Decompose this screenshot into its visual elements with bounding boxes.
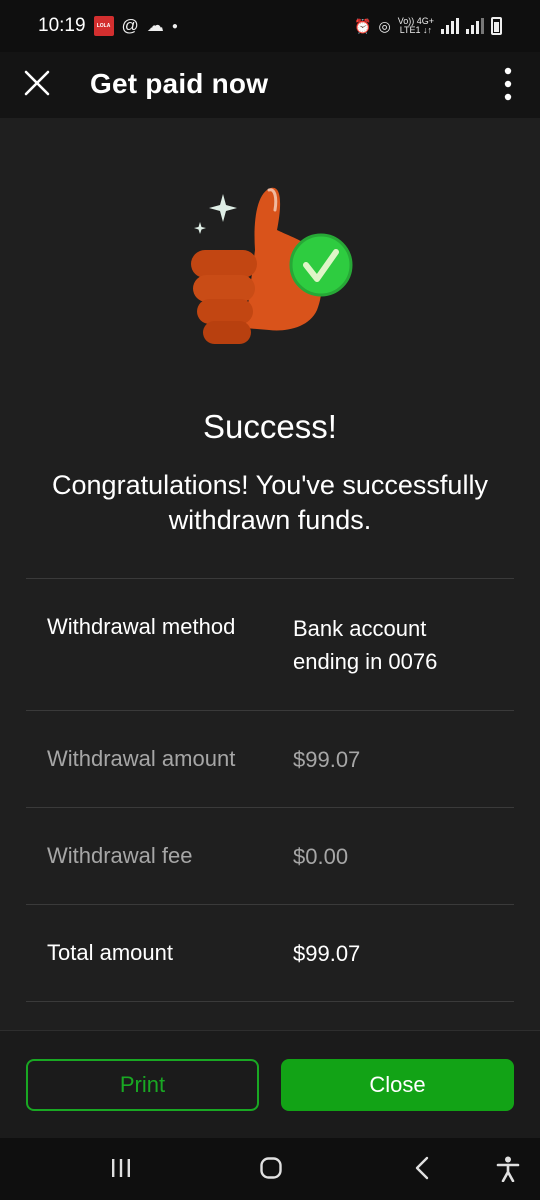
cloud-icon: ☁ bbox=[146, 16, 164, 35]
signal-icon bbox=[441, 18, 459, 34]
accessibility-icon[interactable] bbox=[496, 1156, 520, 1182]
signal-icon-2 bbox=[466, 18, 484, 34]
detail-label: Withdrawal amount bbox=[47, 746, 236, 771]
home-icon[interactable] bbox=[259, 1156, 283, 1180]
detail-row-method: Withdrawal method Bank account ending in… bbox=[26, 579, 514, 710]
status-right: ⏰ ◎ Vo)) 4G+ LTE1 ↓↑ bbox=[354, 17, 502, 35]
app-notification-icon: LOLA bbox=[93, 16, 114, 36]
app-badge-text: LOLA bbox=[96, 23, 111, 29]
print-button[interactable]: Print bbox=[26, 1059, 259, 1111]
dot-icon: ● bbox=[171, 20, 178, 32]
detail-label: Withdrawal method bbox=[47, 614, 236, 639]
detail-label: Total amount bbox=[47, 940, 173, 965]
threads-icon: @ bbox=[121, 16, 139, 35]
hotspot-icon: ◎ bbox=[378, 17, 391, 34]
more-vertical-icon[interactable] bbox=[500, 67, 516, 101]
status-left: 10:19 LOLA @ ☁ ● bbox=[38, 15, 178, 37]
divider bbox=[26, 1001, 514, 1002]
detail-row-amount: Withdrawal amount $99.07 bbox=[26, 711, 514, 807]
app-bar: Get paid now bbox=[0, 52, 540, 118]
detail-value: $99.07 bbox=[293, 747, 361, 772]
alarm-icon: ⏰ bbox=[354, 17, 372, 34]
withdrawal-details: Withdrawal method Bank account ending in… bbox=[26, 578, 514, 1002]
close-button[interactable]: Close bbox=[281, 1059, 514, 1111]
success-title: Success! bbox=[203, 408, 337, 445]
network-line2: LTE1 ↓↑ bbox=[399, 25, 433, 35]
detail-row-total: Total amount $99.07 bbox=[26, 905, 514, 1001]
status-time: 10:19 bbox=[38, 15, 86, 36]
back-icon[interactable] bbox=[412, 1156, 434, 1180]
detail-value: $99.07 bbox=[293, 941, 361, 966]
success-message: Congratulations! You've successfully wit… bbox=[52, 470, 488, 535]
page-title: Get paid now bbox=[90, 68, 269, 99]
network-indicator: Vo)) 4G+ LTE1 ↓↑ bbox=[398, 17, 434, 35]
detail-value: $0.00 bbox=[293, 844, 349, 869]
thumbs-up-check-illustration bbox=[191, 187, 353, 344]
battery-icon bbox=[491, 17, 502, 35]
close-icon[interactable] bbox=[24, 70, 50, 96]
detail-value: Bank account ending in 0076 bbox=[293, 616, 438, 674]
recents-icon[interactable] bbox=[110, 1156, 132, 1180]
action-bar: Print Close bbox=[0, 1030, 540, 1138]
system-nav-bar bbox=[0, 1138, 540, 1200]
detail-label: Withdrawal fee bbox=[47, 843, 193, 868]
status-bar: 10:19 LOLA @ ☁ ● ⏰ ◎ Vo)) 4G+ LTE1 ↓↑ bbox=[0, 0, 540, 52]
detail-row-fee: Withdrawal fee $0.00 bbox=[26, 808, 514, 904]
